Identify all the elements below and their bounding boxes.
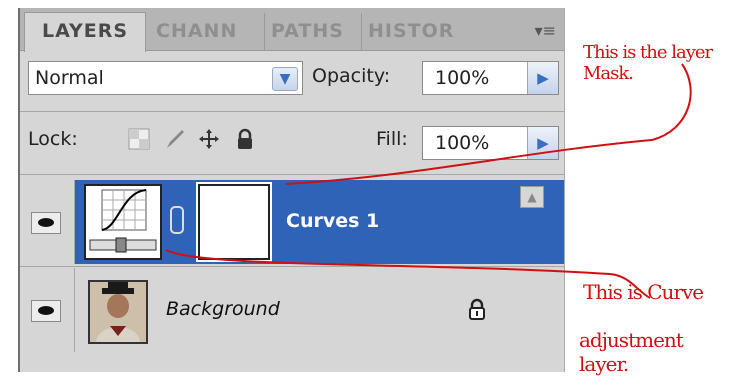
curve-annotation-line1: This is Curve (583, 280, 704, 304)
curve-annotation-line2: adjustment layer. (579, 328, 684, 376)
curve-annotation-line (165, 249, 651, 299)
mask-annotation: This is the layer Mask. (583, 42, 713, 84)
